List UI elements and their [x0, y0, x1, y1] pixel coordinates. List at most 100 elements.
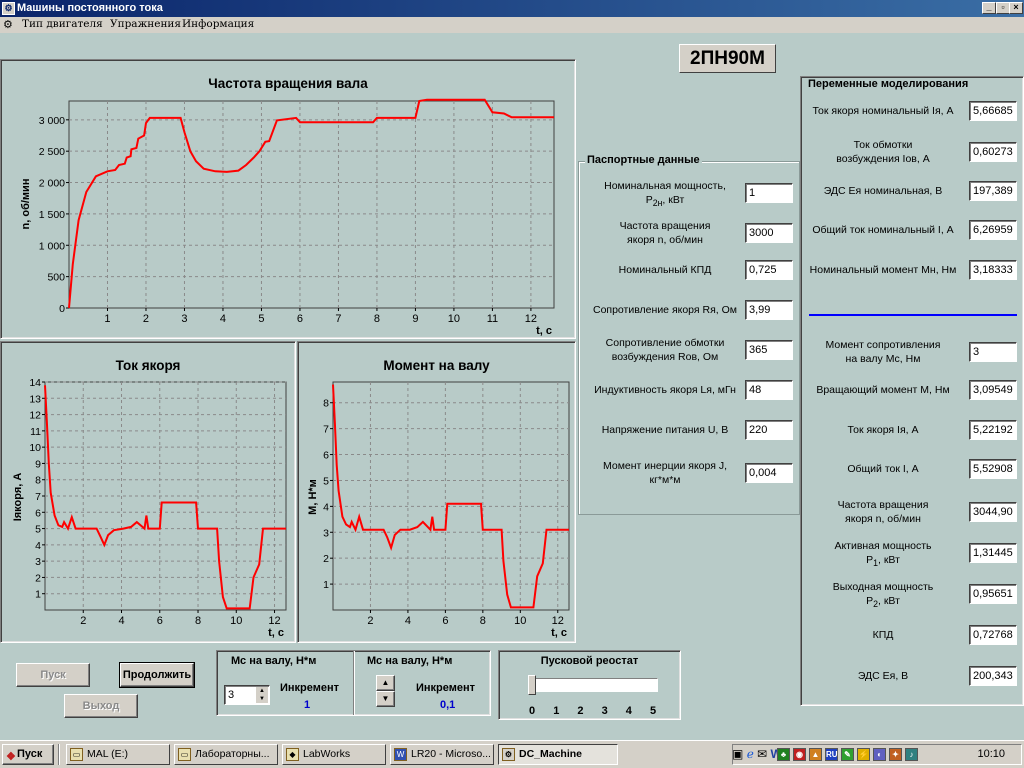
x-tick-label: 7: [335, 313, 341, 325]
x-tick-label: 8: [480, 615, 486, 627]
task-dc-machine[interactable]: ⚙ DC_Machine: [498, 744, 618, 765]
mc-panel: Мс на валу, Н*м Мс на валу, Н*м 3 ▲ ▼ Инк…: [216, 650, 491, 716]
x-tick-label: 5: [258, 313, 264, 325]
x-tick-label: 10: [230, 615, 242, 627]
param-value-field[interactable]: 5,66685: [969, 101, 1017, 121]
task-lab[interactable]: ▭ Лабораторны...: [174, 744, 278, 765]
mc-panel-divider: [353, 651, 354, 715]
y-tick-label: 1: [35, 589, 41, 601]
torque-chart: 2 4 6 8 10 1212345678t, cМ, Н*м: [307, 381, 570, 639]
y-tick-label: 4: [323, 501, 329, 513]
tray-icon-1[interactable]: ♣: [777, 748, 790, 761]
x-axis-label: t, c: [551, 627, 567, 639]
task-word[interactable]: W LR20 - Microso...: [390, 744, 494, 765]
x-tick-label: 1: [104, 313, 110, 325]
y-tick-label: 5: [35, 524, 41, 536]
rheostat-tick-label: 0: [529, 705, 536, 717]
rheostat-thumb[interactable]: [528, 675, 536, 695]
param-value-field[interactable]: 5,22192: [969, 420, 1017, 440]
y-tick-label: 1: [323, 579, 329, 591]
param-value-field[interactable]: 0,725: [745, 260, 793, 280]
param-value-field[interactable]: 220: [745, 420, 793, 440]
param-value-field[interactable]: 0,95651: [969, 584, 1017, 604]
param-value-field[interactable]: 5,52908: [969, 459, 1017, 479]
continue-button[interactable]: Продолжить: [119, 662, 195, 688]
tray-lang-icon[interactable]: RU: [825, 748, 838, 761]
param-value-field[interactable]: 0,60273: [969, 142, 1017, 162]
y-axis-label: М, Н*м: [307, 479, 319, 515]
param-label: Индуктивность якоря Lя, мГн: [594, 384, 736, 396]
mc-spin-buttons[interactable]: ▲ ▼: [256, 687, 268, 703]
param-label: Общий ток I, А: [847, 463, 919, 475]
close-button[interactable]: ×: [1009, 2, 1023, 14]
tray-icon-5[interactable]: ✎: [841, 748, 854, 761]
param-label: Выходная мощность P2, кВт: [832, 581, 934, 610]
start-menu-button[interactable]: ❖ Пуск: [2, 744, 54, 765]
menu-bar: ⚙ Тип двигателя Упражнения Информация: [0, 17, 1024, 33]
x-tick-label: 8: [374, 313, 380, 325]
windows-logo-icon: ❖: [6, 751, 16, 763]
task-labworks[interactable]: ◆ LabWorks: [282, 744, 386, 765]
param-value-field[interactable]: 3,99: [745, 300, 793, 320]
exit-button[interactable]: Выход: [64, 694, 138, 718]
start-button[interactable]: Пуск: [16, 663, 90, 687]
param-value-field[interactable]: 200,343: [969, 666, 1017, 686]
param-value-field[interactable]: 1,31445: [969, 543, 1017, 563]
mc-decrease-button[interactable]: ▼: [376, 691, 395, 707]
system-menu-icon[interactable]: ⚙: [3, 18, 13, 31]
param-value-field[interactable]: 1: [745, 183, 793, 203]
param-label: Ток якоря номинальный Iя, А: [812, 105, 954, 117]
param-value-field[interactable]: 365: [745, 340, 793, 360]
param-value-field[interactable]: 3: [969, 342, 1017, 362]
rheostat-track[interactable]: [529, 678, 658, 692]
passport-title: Паспортные данные: [585, 154, 702, 166]
param-value-field[interactable]: 6,26959: [969, 220, 1017, 240]
param-label: Вращающий момент М, Нм: [816, 384, 950, 396]
window-titlebar[interactable]: ⚙ Машины постоянного тока _ ▫ ×: [0, 0, 1024, 17]
param-value-field[interactable]: 3,09549: [969, 380, 1017, 400]
tray-icon-6[interactable]: ⚡: [857, 748, 870, 761]
increment-value-1: 1: [304, 699, 311, 711]
maximize-button[interactable]: ▫: [996, 2, 1010, 14]
passport-group: Паспортные данные Номинальная мощность, P…: [578, 154, 800, 515]
param-label: Момент инерции якоря J, кг*м*м: [602, 460, 728, 486]
menu-info[interactable]: Информация: [182, 18, 254, 30]
minimize-button[interactable]: _: [982, 2, 996, 14]
x-tick-label: 11: [487, 313, 498, 325]
y-tick-label: 14: [29, 377, 41, 389]
x-axis-label: t, c: [268, 627, 284, 639]
param-value-field[interactable]: 197,389: [969, 181, 1017, 201]
tray-icon-7[interactable]: ◐: [873, 748, 886, 761]
menu-motor-type[interactable]: Тип двигателя: [22, 18, 103, 30]
y-tick-label: 2 000: [39, 178, 65, 190]
taskbar-separator: [58, 744, 60, 765]
y-tick-label: 1 000: [39, 240, 65, 252]
x-tick-label: 12: [525, 313, 537, 325]
param-value-field[interactable]: 3044,90: [969, 502, 1017, 522]
y-tick-label: 9: [35, 458, 41, 470]
tray-icon-3[interactable]: ▲: [809, 748, 822, 761]
menu-exercises[interactable]: Упражнения: [110, 18, 181, 30]
app-icon[interactable]: ⚙: [2, 2, 15, 15]
rheostat-tick-label: 5: [650, 705, 657, 717]
tray-icon-8[interactable]: ✦: [889, 748, 902, 761]
mc-increase-button[interactable]: ▲: [376, 675, 395, 691]
x-tick-label: 12: [268, 615, 280, 627]
param-value-field[interactable]: 0,72768: [969, 625, 1017, 645]
y-tick-label: 13: [29, 393, 41, 405]
task-dc-machine-label: DC_Machine: [519, 748, 583, 760]
y-tick-label: 8: [35, 475, 41, 487]
param-value-field[interactable]: 0,004: [745, 463, 793, 483]
tray-icon-9[interactable]: ♪: [905, 748, 918, 761]
tray-icon-2[interactable]: ◉: [793, 748, 806, 761]
y-tick-label: 500: [47, 272, 65, 284]
variables-divider: [809, 314, 1017, 316]
param-value-field[interactable]: 3,18333: [969, 260, 1017, 280]
param-value-field[interactable]: 3000: [745, 223, 793, 243]
variables-panel: Переменные моделирования Ток якоря номин…: [800, 76, 1024, 706]
speed-chart: 1 2 3 4 5 6 7 8 9 10 11 1205001 0001 5002 0002 5003…: [20, 98, 555, 337]
param-value-field[interactable]: 48: [745, 380, 793, 400]
y-tick-label: 6: [323, 450, 329, 462]
task-mal[interactable]: ▭ MAL (E:): [66, 744, 170, 765]
param-label: Момент сопротивления на валу Мс, Нм: [825, 339, 941, 365]
